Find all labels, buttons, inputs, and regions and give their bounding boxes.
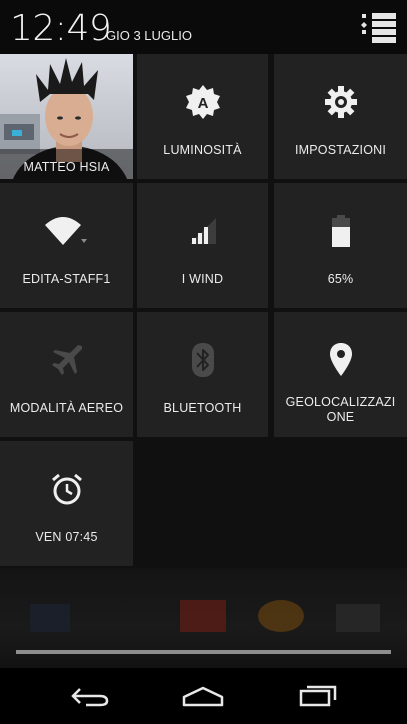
status-bar: 12:49 GIO 3 LUGLIO [0, 0, 407, 54]
brightness-auto-icon: A [137, 84, 268, 120]
tile-settings[interactable]: IMPOSTAZIONI [274, 54, 407, 179]
location-label: GEOLOCALIZZAZIONE [285, 395, 396, 424]
cell-signal-icon [137, 213, 268, 249]
carrier-label: I WIND [181, 272, 224, 286]
svg-text:A: A [197, 95, 208, 112]
airplane-icon [0, 342, 133, 378]
wifi-network-label: EDITA-STAFF1 [22, 272, 111, 286]
status-date: GIO 3 LUGLIO [106, 28, 192, 43]
wifi-icon [0, 213, 133, 249]
recent-apps-button[interactable] [288, 682, 348, 710]
gear-icon [274, 84, 407, 120]
panel-handle-line[interactable] [16, 650, 391, 654]
location-pin-icon [274, 342, 407, 378]
notifications-list-icon [361, 13, 396, 43]
alarm-clock-icon [0, 471, 133, 507]
brightness-label: LUMINOSITÀ [163, 143, 242, 157]
home-icon [182, 686, 224, 707]
tile-battery[interactable]: 65% [274, 183, 407, 308]
tile-airplane-mode[interactable]: MODALITÀ AEREO [0, 312, 133, 437]
switch-to-notifications-button[interactable] [360, 12, 398, 44]
navigation-bar [0, 668, 407, 724]
status-clock: 12:49 [10, 8, 112, 49]
home-button[interactable] [173, 682, 233, 710]
tile-wifi[interactable]: EDITA-STAFF1 [0, 183, 133, 308]
next-alarm-label: VEN 07:45 [35, 530, 98, 544]
tile-brightness[interactable]: A LUMINOSITÀ [137, 54, 268, 179]
recent-apps-icon [299, 685, 337, 707]
settings-label: IMPOSTAZIONI [294, 143, 387, 157]
airplane-mode-label: MODALITÀ AEREO [9, 401, 124, 415]
battery-level-label: 65% [327, 272, 354, 286]
battery-icon [274, 213, 407, 249]
tile-mobile-signal[interactable]: I WIND [137, 183, 268, 308]
bluetooth-icon [137, 342, 268, 378]
tile-alarm[interactable]: VEN 07:45 [0, 441, 133, 566]
tile-location[interactable]: GEOLOCALIZZAZIONE [274, 312, 407, 437]
back-arrow-icon [71, 688, 109, 707]
back-button[interactable] [60, 682, 120, 710]
tile-user-profile[interactable]: MATTEO HSIA [0, 54, 133, 179]
tile-bluetooth[interactable]: BLUETOOTH [137, 312, 268, 437]
profile-name-label: MATTEO HSIA [23, 160, 110, 174]
quick-settings-panel: MATTEO HSIA A LUMINOSITÀ IMPOSTAZIONI ED… [0, 54, 407, 568]
bluetooth-label: BLUETOOTH [163, 401, 242, 415]
